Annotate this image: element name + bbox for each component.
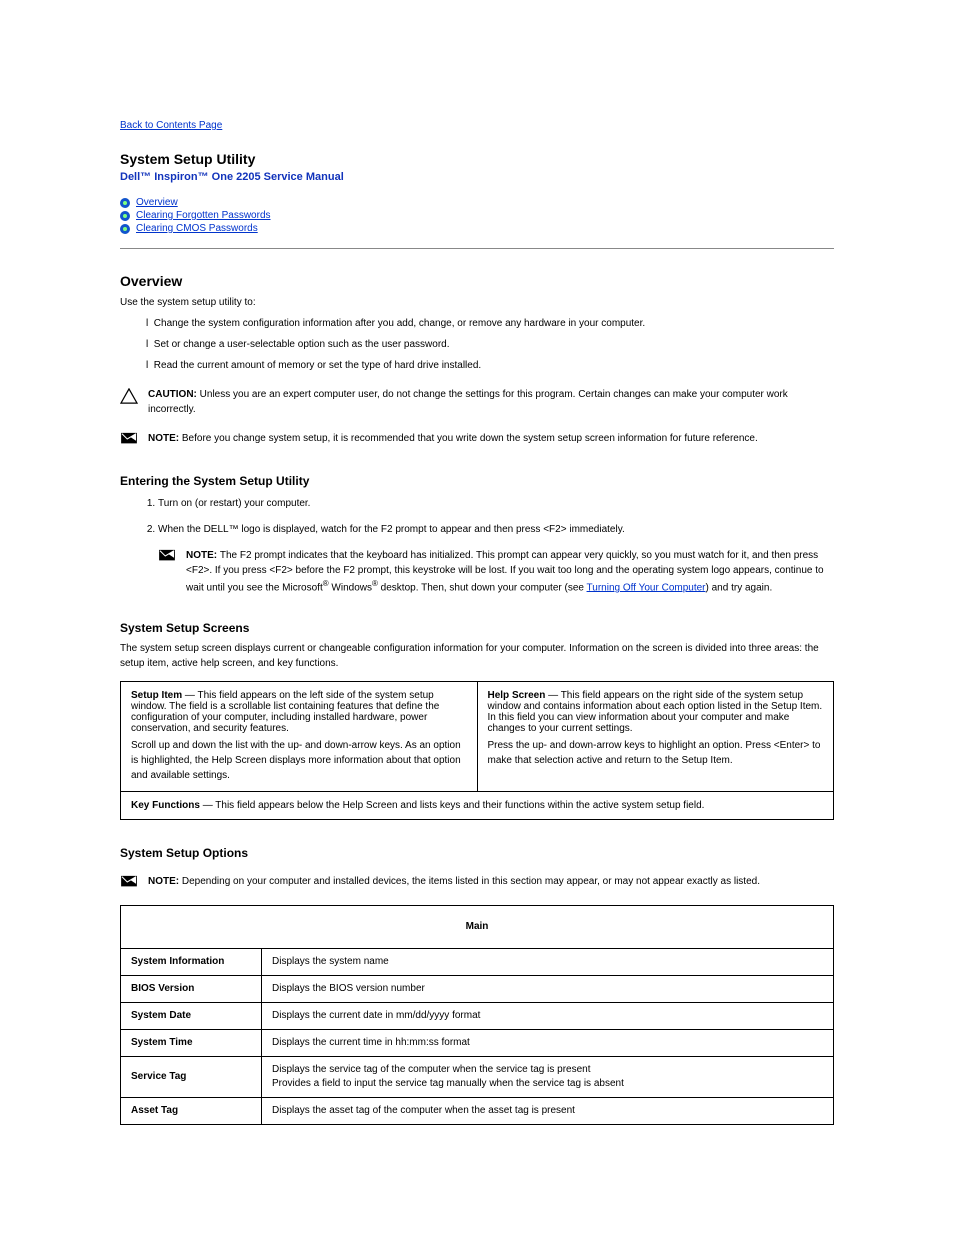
screens-cell: Key Functions — This field appears below… [121, 792, 834, 820]
manual-subtitle: Dell™ Inspiron™ One 2205 Service Manual [120, 171, 834, 183]
turning-off-link[interactable]: Turning Off Your Computer [587, 582, 706, 593]
options-note: NOTE: Depending on your computer and ins… [120, 874, 834, 891]
topic-item: Overview [120, 197, 834, 208]
divider [120, 248, 834, 249]
caution-icon [120, 388, 138, 404]
options-heading: System Setup Options [120, 846, 834, 860]
step: When the DELL™ logo is displayed, watch … [158, 522, 834, 538]
options-main-header: Main [121, 906, 834, 949]
topic-item: Clearing Forgotten Passwords [120, 210, 834, 221]
inner-note-text: ) and try again. [706, 582, 773, 593]
bullet-icon [120, 211, 130, 221]
topic-list: Overview Clearing Forgotten Passwords Cl… [120, 197, 834, 234]
overview-bullet: l Set or change a user-selectable option… [120, 337, 834, 352]
note-text: Before you change system setup, it is re… [182, 433, 758, 444]
caution-label: CAUTION: [148, 389, 200, 400]
entering-steps: Turn on (or restart) your computer. When… [120, 496, 834, 538]
screens-heading: System Setup Screens [120, 621, 834, 635]
caution-text: Unless you are an expert computer user, … [148, 389, 788, 415]
topic-link[interactable]: Clearing Forgotten Passwords [136, 210, 271, 221]
options-header-row: Main [121, 906, 834, 949]
inner-note: NOTE: The F2 prompt indicates that the k… [158, 548, 834, 595]
note-icon [158, 549, 176, 565]
note-label: NOTE: [148, 433, 182, 444]
overview-bullet: l Read the current amount of memory or s… [120, 358, 834, 373]
page-title: System Setup Utility [120, 151, 834, 167]
entering-heading: Entering the System Setup Utility [120, 474, 834, 488]
caution-notice: CAUTION: Unless you are an expert comput… [120, 387, 834, 417]
screens-table: Setup Item — This field appears on the l… [120, 681, 834, 820]
back-to-contents-link[interactable]: Back to Contents Page [120, 120, 222, 131]
options-table: Main System InformationDisplays the syst… [120, 905, 834, 1125]
table-row: BIOS VersionDisplays the BIOS version nu… [121, 976, 834, 1003]
note-notice: NOTE: Before you change system setup, it… [120, 431, 834, 448]
overview-heading: Overview [120, 273, 834, 289]
topic-item: Clearing CMOS Passwords [120, 223, 834, 234]
topic-link[interactable]: Clearing CMOS Passwords [136, 223, 258, 234]
overview-bullet: l Change the system configuration inform… [120, 316, 834, 331]
note-label: NOTE: [186, 550, 220, 561]
bullet-icon [120, 224, 130, 234]
overview-intro: Use the system setup utility to: [120, 295, 834, 310]
topic-link[interactable]: Overview [136, 197, 178, 208]
table-row: Service TagDisplays the service tag of t… [121, 1057, 834, 1098]
bullet-icon [120, 198, 130, 208]
table-row: System InformationDisplays the system na… [121, 949, 834, 976]
note-label: NOTE: [148, 876, 182, 887]
step: Turn on (or restart) your computer. [158, 496, 834, 512]
screens-cell: Help Screen — This field appears on the … [477, 682, 834, 792]
table-row: Asset TagDisplays the asset tag of the c… [121, 1098, 834, 1125]
table-row: System DateDisplays the current date in … [121, 1003, 834, 1030]
screens-intro: The system setup screen displays current… [120, 641, 834, 671]
options-note-text: Depending on your computer and installed… [182, 876, 760, 887]
screens-cell: Setup Item — This field appears on the l… [121, 682, 478, 792]
table-row: System TimeDisplays the current time in … [121, 1030, 834, 1057]
note-icon [120, 432, 138, 448]
inner-note-text: desktop. Then, shut down your computer (… [378, 582, 587, 593]
inner-note-text: Windows [329, 582, 372, 593]
note-icon [120, 875, 138, 891]
